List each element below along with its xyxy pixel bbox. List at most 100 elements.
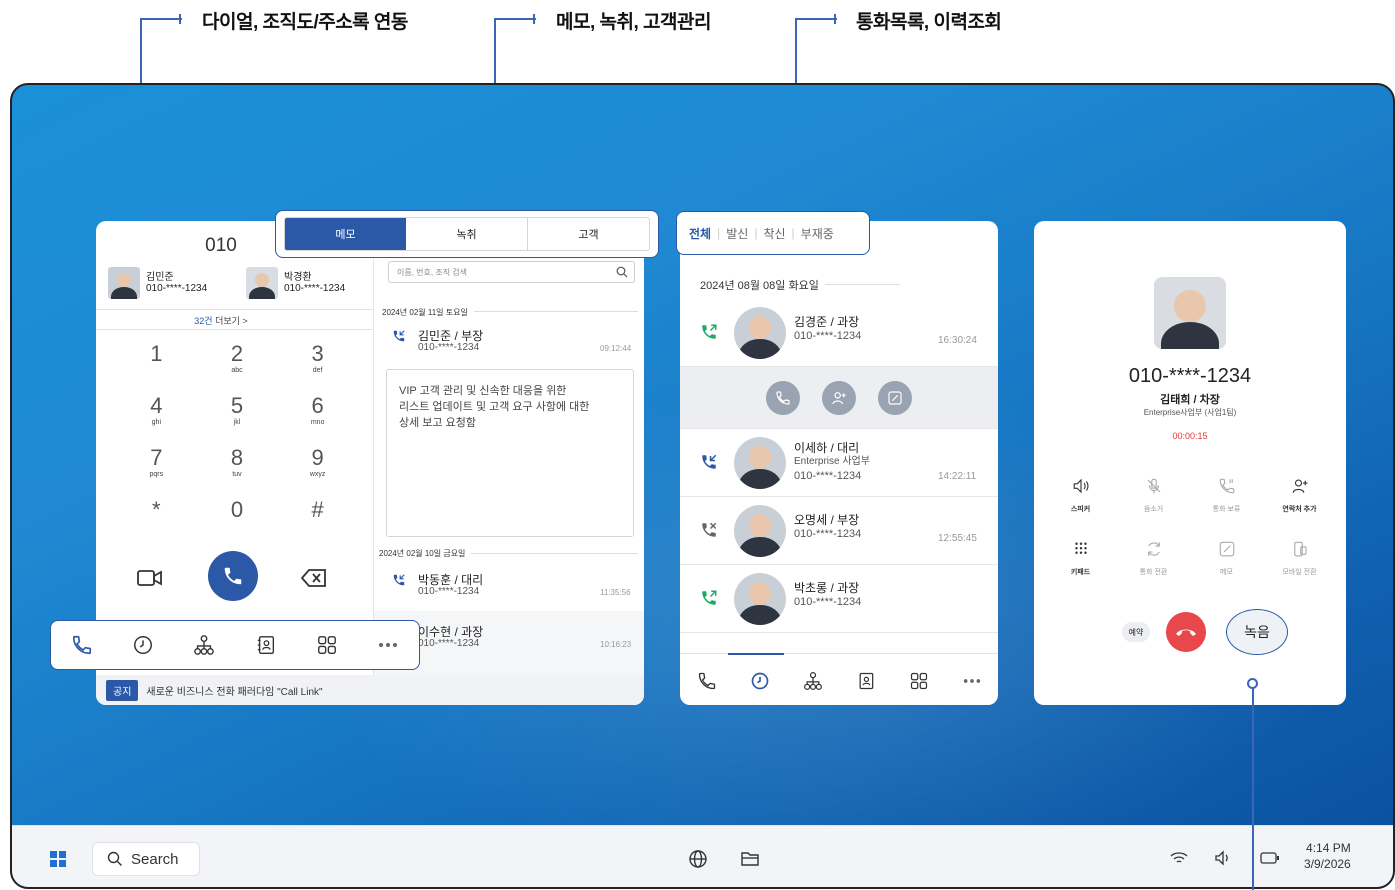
- history-row[interactable]: 이세하 / 대리 Enterprise 사업부 010-****-1234 14:22…: [680, 429, 998, 497]
- keypad-key[interactable]: 4 ghi: [116, 393, 197, 439]
- filter-all[interactable]: 전체: [689, 225, 711, 242]
- phone-nav-icon[interactable]: [71, 634, 93, 656]
- transfer-button[interactable]: 통화 전환: [1117, 540, 1190, 577]
- speaker-button[interactable]: 스피커: [1044, 477, 1117, 514]
- incoming-call-icon: [700, 453, 718, 476]
- filter-missed[interactable]: 부재중: [801, 225, 834, 242]
- history-nav-icon[interactable]: [750, 671, 770, 691]
- history-row[interactable]: 오명세 / 부장 010-****-1234 12:55:45: [680, 497, 998, 565]
- clock[interactable]: 4:14 PM 3/9/2026: [1304, 840, 1351, 872]
- hold-button[interactable]: 통화 보류: [1190, 477, 1263, 514]
- keypad-key[interactable]: 7 pqrs: [116, 445, 197, 491]
- favorite-contact-1[interactable]: 김민준 010-****-1234: [108, 267, 207, 299]
- caller-name: 김경준 / 과장: [794, 315, 860, 329]
- tab-customer[interactable]: 고객: [528, 218, 649, 250]
- caller-dept: Enterprise사업부 (사업1팀): [1143, 408, 1237, 417]
- key-digit: 1: [150, 341, 163, 366]
- key-digit: #: [311, 497, 324, 522]
- keypad-key[interactable]: 6 mno: [277, 393, 358, 439]
- call-time: 11:35:56: [600, 588, 631, 597]
- notice-text: 새로운 비즈니스 전화 패러다임 "Call Link": [146, 686, 323, 698]
- mute-icon: [1147, 478, 1160, 494]
- notice-bar[interactable]: 공지 새로운 비즈니스 전화 패러다임 "Call Link": [96, 675, 644, 705]
- apps-nav-icon[interactable]: [316, 634, 338, 656]
- add-contact-button[interactable]: [822, 380, 856, 415]
- keypad-key[interactable]: 9 wxyz: [277, 445, 358, 491]
- org-chart-nav-icon[interactable]: [193, 634, 215, 656]
- reserve-button[interactable]: 예약: [1122, 622, 1150, 642]
- add-contact-button[interactable]: 연락처 추가: [1263, 477, 1336, 514]
- memo-textarea[interactable]: VIP 고객 관리 및 신속한 대응을 위한 리스트 업데이트 및 고객 요구 …: [386, 369, 634, 537]
- key-digit: 7: [150, 445, 163, 470]
- desktop-screen: 010 김민준 010-****-1234 박경환 010-****-1234 …: [10, 83, 1395, 889]
- battery-icon[interactable]: [1260, 851, 1280, 865]
- more-nav-icon[interactable]: [377, 641, 399, 649]
- mobile-switch-button[interactable]: 모바일 전환: [1263, 540, 1336, 577]
- folder-icon[interactable]: [740, 850, 760, 868]
- hangup-button[interactable]: [1166, 612, 1206, 652]
- keypad-button[interactable]: 키패드: [1044, 540, 1117, 577]
- history-row[interactable]: 김경준 / 과장 010-****-1234 16:30:24: [680, 299, 998, 367]
- caller-photo: [1154, 277, 1226, 349]
- more-count: 32건: [194, 316, 213, 326]
- memo-button[interactable]: 메모: [1190, 540, 1263, 577]
- keypad-key[interactable]: *: [116, 497, 197, 543]
- keypad-key[interactable]: 1: [116, 341, 197, 387]
- call-time: 12:55:45: [938, 533, 977, 544]
- phone-nav-icon[interactable]: [697, 671, 717, 691]
- history-row[interactable]: 박초롱 / 과장 010-****-1234: [680, 565, 998, 633]
- control-label: 연락처 추가: [1282, 506, 1317, 513]
- hangup-icon: [1176, 629, 1196, 636]
- filter-incoming[interactable]: 착신: [763, 225, 785, 242]
- speaker-icon: [1073, 478, 1088, 494]
- outgoing-call-icon: [700, 589, 718, 612]
- memo-button[interactable]: [878, 380, 912, 415]
- key-digit: 9: [311, 445, 324, 470]
- avatar: [246, 267, 278, 299]
- keypad-key[interactable]: 3 def: [277, 341, 358, 387]
- call-timer: 00:00:15: [1172, 431, 1208, 441]
- favorite-contact-2[interactable]: 박경환 010-****-1234: [246, 267, 345, 299]
- key-letters: ghi: [151, 419, 161, 426]
- key-letters: pqrs: [149, 471, 164, 478]
- call-back-button[interactable]: [766, 380, 800, 415]
- search-icon: [616, 266, 628, 278]
- video-call-button[interactable]: [136, 567, 164, 589]
- more-contacts-link[interactable]: 32건 더보기 >: [96, 314, 346, 327]
- more-nav-icon[interactable]: [962, 677, 982, 685]
- contacts-nav-icon[interactable]: [856, 671, 876, 691]
- backspace-button[interactable]: [300, 567, 328, 589]
- keypad-key[interactable]: 2 abc: [197, 341, 278, 387]
- key-letters: [116, 523, 197, 532]
- keypad: 1 2 abc 3 def 4 ghi 5 jkl 6 mno 7 pqrs 8 tuv 9 wxyz * 0 #: [116, 341, 358, 543]
- filter-outgoing[interactable]: 발신: [726, 225, 748, 242]
- globe-icon[interactable]: [688, 849, 708, 869]
- start-icon[interactable]: [50, 851, 66, 867]
- call-button[interactable]: [208, 551, 258, 601]
- in-call-window: 010-****-1234 김태희 / 차장 Enterprise사업부 (사업…: [1034, 221, 1346, 705]
- keypad-key[interactable]: 0: [197, 497, 278, 543]
- history-row-actions: [680, 367, 998, 429]
- keypad-key[interactable]: 5 jkl: [197, 393, 278, 439]
- memo-tabs: 메모 녹취 고객: [275, 210, 659, 258]
- incoming-call-icon: [393, 330, 405, 342]
- record-button[interactable]: 녹음: [1226, 609, 1288, 655]
- history-nav-icon[interactable]: [132, 634, 154, 656]
- caller-phone: 010-****-1234: [794, 470, 862, 482]
- tab-recording[interactable]: 녹취: [406, 218, 528, 250]
- keypad-key[interactable]: #: [277, 497, 358, 543]
- favorite-name: 김민준: [146, 272, 174, 283]
- caller-phone: 010-****-1234: [794, 596, 862, 608]
- volume-icon[interactable]: [1214, 850, 1232, 866]
- apps-nav-icon[interactable]: [909, 671, 929, 691]
- taskbar-search[interactable]: Search: [92, 842, 200, 876]
- memo-search-input[interactable]: 이름, 번호, 조직 검색: [388, 261, 635, 283]
- call-controls: 스피커 음소거 통화 보류 연락처 추가키패드 통화 전환 메모 모바일 전환: [1044, 477, 1336, 577]
- wifi-icon[interactable]: [1170, 850, 1188, 866]
- contacts-nav-icon[interactable]: [255, 634, 277, 656]
- tab-memo[interactable]: 메모: [285, 218, 406, 250]
- org-chart-nav-icon[interactable]: [803, 671, 823, 691]
- key-letters: tuv: [232, 471, 242, 478]
- mute-button[interactable]: 음소거: [1117, 477, 1190, 514]
- keypad-key[interactable]: 8 tuv: [197, 445, 278, 491]
